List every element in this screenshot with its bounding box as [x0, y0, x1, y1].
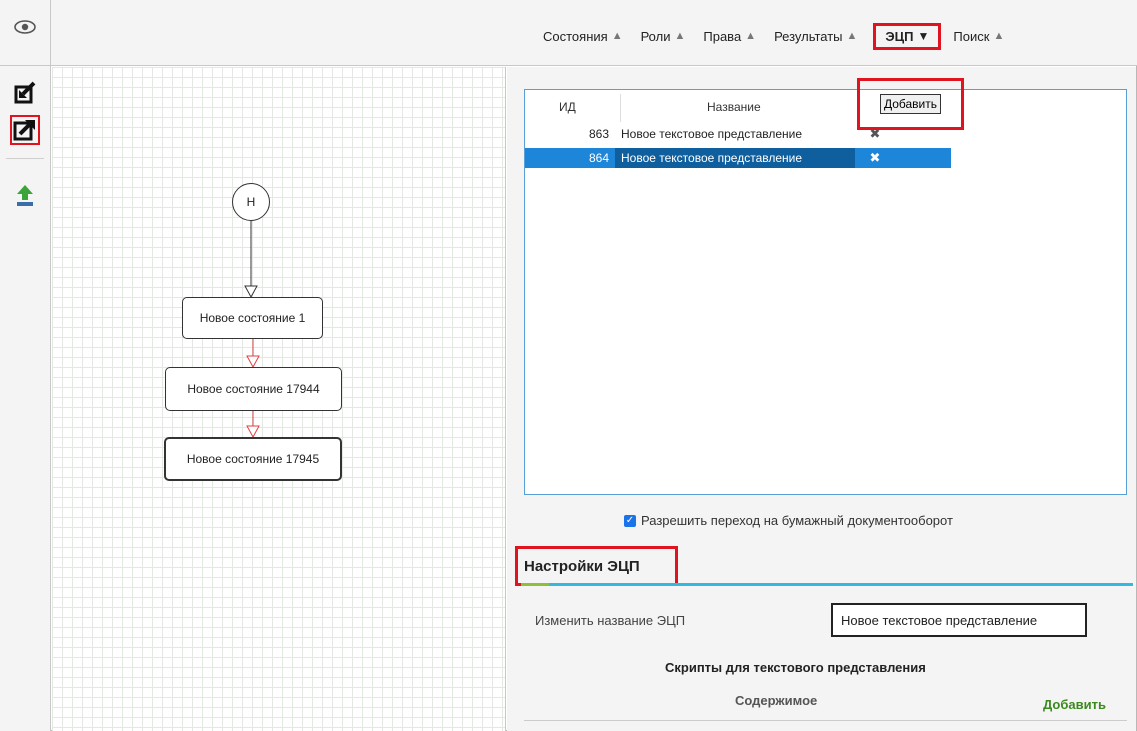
import-button[interactable] — [12, 80, 38, 106]
row-id: 863 — [588, 127, 609, 141]
add-script-link[interactable]: Добавить — [1043, 697, 1106, 712]
eye-icon — [14, 20, 36, 34]
menu-roles-label: Роли — [640, 28, 671, 44]
menu-states-label: Состояния — [543, 28, 608, 44]
row-name: Новое текстовое представление — [621, 127, 803, 141]
toolbar-divider — [6, 158, 44, 159]
state-node-selected[interactable]: Новое состояние 17945 — [164, 437, 342, 481]
divider — [524, 720, 1127, 721]
left-toolbar — [0, 66, 51, 731]
chevron-up-icon: ▲ — [611, 30, 623, 42]
paper-workflow-label: Разрешить переход на бумажный документоо… — [641, 513, 953, 528]
column-header-name[interactable]: Название — [707, 90, 761, 124]
chevron-up-icon: ▲ — [745, 30, 757, 42]
rename-ecp-input[interactable] — [831, 603, 1087, 637]
menu-states[interactable]: Состояния ▲ — [543, 29, 623, 44]
export-button[interactable] — [10, 115, 40, 145]
table-row[interactable]: 863 Новое текстовое представление ✖ — [525, 124, 951, 144]
rename-label: Изменить название ЭЦП — [535, 613, 686, 628]
section-underline — [521, 583, 1133, 586]
menu-results-label: Результаты — [774, 28, 843, 44]
chevron-up-icon: ▲ — [993, 30, 1005, 42]
import-icon — [14, 81, 36, 104]
add-ecp-button[interactable]: Добавить — [879, 94, 942, 114]
section-title: Настройки ЭЦП — [515, 546, 678, 586]
state-node[interactable]: Новое состояние 1 — [182, 297, 323, 339]
menu-rights[interactable]: Права ▲ — [703, 29, 756, 44]
top-toolbar: Состояния ▲ Роли ▲ Права ▲ Результаты ▲ … — [0, 0, 1137, 66]
menu-search-label: Поиск — [953, 28, 990, 44]
column-divider — [620, 94, 621, 122]
table-row-selected[interactable]: 864 Новое текстовое представление ✖ — [525, 148, 951, 168]
delete-icon[interactable]: ✖ — [855, 150, 895, 166]
eye-toggle[interactable] — [0, 0, 51, 66]
row-id: 864 — [588, 151, 609, 165]
paper-workflow-checkbox[interactable]: ✓ — [624, 514, 636, 527]
ecp-panel: ИД Название Добавить 863 Новое текстовое… — [507, 67, 1136, 731]
scripts-title: Скрипты для текстового представления — [665, 660, 926, 675]
row-name: Новое текстовое представление — [615, 148, 855, 168]
menu-ecp[interactable]: ЭЦП ▼ — [873, 22, 942, 50]
ecp-table: ИД Название Добавить 863 Новое текстовое… — [524, 78, 1127, 495]
menu-rights-label: Права — [703, 28, 742, 44]
main-menu: Состояния ▲ Роли ▲ Права ▲ Результаты ▲ … — [543, 22, 1004, 50]
chevron-down-icon: ▼ — [917, 29, 930, 43]
menu-roles[interactable]: Роли ▲ — [641, 29, 686, 44]
chevron-up-icon: ▲ — [674, 30, 686, 42]
upload-icon — [17, 185, 33, 206]
delete-icon[interactable]: ✖ — [855, 126, 895, 142]
state-node[interactable]: Новое состояние 17944 — [165, 367, 342, 411]
add-button-highlight: Добавить — [857, 78, 964, 130]
menu-search[interactable]: Поиск ▲ — [953, 29, 1004, 44]
upload-button[interactable] — [12, 183, 38, 209]
start-node[interactable]: Н — [232, 183, 270, 221]
section-underline-accent — [521, 583, 549, 586]
column-header-id[interactable]: ИД — [559, 90, 576, 124]
diagram-canvas[interactable]: Н Новое состояние 1 Новое состояние 1794… — [52, 67, 506, 731]
menu-results[interactable]: Результаты ▲ — [774, 29, 857, 44]
chevron-up-icon: ▲ — [846, 30, 858, 42]
content-column-header: Содержимое — [735, 693, 818, 708]
export-icon — [13, 120, 35, 141]
paper-workflow-option: ✓ Разрешить переход на бумажный документ… — [624, 513, 953, 528]
menu-ecp-label: ЭЦП — [885, 28, 914, 44]
